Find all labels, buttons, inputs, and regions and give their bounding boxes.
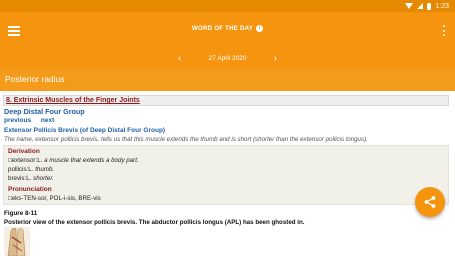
derivation-root: pollicis:L.	[8, 166, 34, 173]
next-link[interactable]: next	[41, 117, 54, 124]
more-options-icon[interactable]	[443, 25, 446, 36]
derivation-box: Derivation □extensor:L. a muscle that ex…	[3, 145, 449, 205]
chapter-bar: 8. Extrinsic Muscles of the Finger Joint…	[3, 95, 449, 106]
entry-nav-links: previous next	[4, 117, 62, 124]
share-fab-button[interactable]	[415, 187, 445, 217]
word-title: Posterior radius	[5, 74, 65, 84]
derivation-line: brevis:L. shorter.	[8, 175, 54, 182]
derivation-meaning: a muscle that extends a body part.	[44, 157, 139, 164]
entry-content: 8. Extrinsic Muscles of the Finger Joint…	[0, 91, 455, 256]
forearm-illustration	[4, 227, 30, 256]
date-navigator: ‹ 27 April 2020 ›	[0, 52, 455, 64]
derivation-label: Derivation	[8, 148, 40, 155]
chapter-title[interactable]: 8. Extrinsic Muscles of the Finger Joint…	[6, 97, 140, 104]
derivation-line: □extensor:L. a muscle that extends a bod…	[8, 157, 139, 164]
word-of-the-day-title: WORD OF THE DAY	[191, 25, 254, 33]
derivation-meaning: thumb.	[35, 166, 55, 173]
status-icons: 1:23	[405, 0, 449, 12]
term-title: Extensor Pollicis Brevis (of Deep Distal…	[4, 127, 166, 134]
app-bar: WORD OF THE DAY i ‹ 27 April 2020 ›	[0, 12, 455, 69]
signal-icon	[417, 3, 424, 9]
info-icon[interactable]: i	[256, 25, 264, 32]
app-bar-title: WORD OF THE DAY i	[0, 25, 455, 32]
figure-label: Figure 8-11	[4, 210, 38, 217]
status-bar: 1:23	[0, 0, 455, 12]
battery-icon	[427, 2, 432, 10]
pronunciation-label: Pronunciation	[8, 186, 52, 193]
previous-link[interactable]: previous	[4, 117, 31, 124]
share-icon	[424, 196, 436, 208]
status-time: 1:23	[435, 2, 449, 10]
derivation-line: pollicis:L. thumb.	[8, 166, 54, 173]
derivation-meaning: shorter.	[33, 175, 54, 182]
current-date: 27 April 2020	[208, 54, 247, 62]
term-description: The name, extensor pollicis brevis, tell…	[4, 136, 368, 143]
derivation-root: □extensor:L.	[8, 157, 43, 164]
derivation-root: brevis:L.	[8, 175, 32, 182]
previous-date-chevron-icon[interactable]: ‹	[173, 52, 187, 64]
word-header: Posterior radius	[0, 69, 455, 91]
group-title: Deep Distal Four Group	[4, 107, 85, 116]
pronunciation-text: □eks-TEN-sor, POL-i-sis, BRE-vis	[8, 195, 101, 202]
wifi-icon	[405, 3, 414, 9]
next-date-chevron-icon[interactable]: ›	[268, 52, 282, 64]
figure-caption: Posterior view of the extensor pollicis …	[4, 219, 305, 226]
